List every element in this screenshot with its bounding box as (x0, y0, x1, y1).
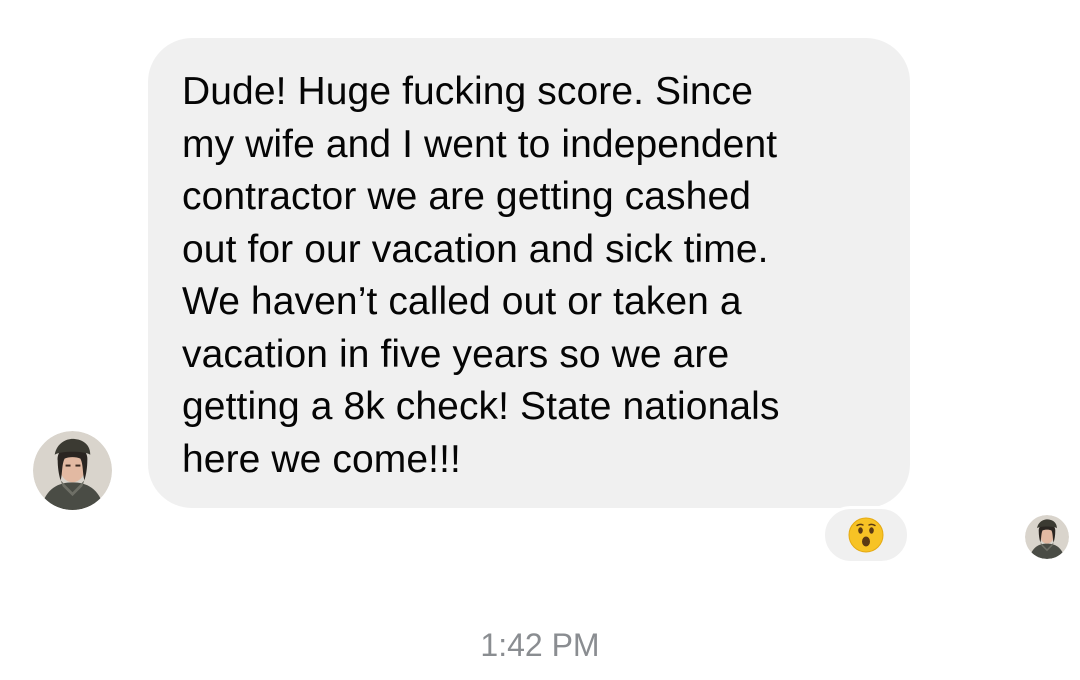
message-thread: Dude! Huge fucking score. Since my wife … (0, 0, 1080, 680)
message-bubble[interactable]: Dude! Huge fucking score. Since my wife … (148, 38, 910, 508)
profile-photo-icon (33, 431, 112, 510)
reaction-badge[interactable] (822, 506, 910, 564)
message-timestamp: 1:42 PM (480, 627, 600, 663)
surprised-face-emoji-icon (848, 517, 884, 553)
message-text: Dude! Huge fucking score. Since my wife … (182, 70, 780, 481)
sender-avatar[interactable] (33, 431, 112, 510)
read-receipt-avatar (1025, 515, 1069, 559)
read-receipt-icon (1025, 515, 1069, 559)
